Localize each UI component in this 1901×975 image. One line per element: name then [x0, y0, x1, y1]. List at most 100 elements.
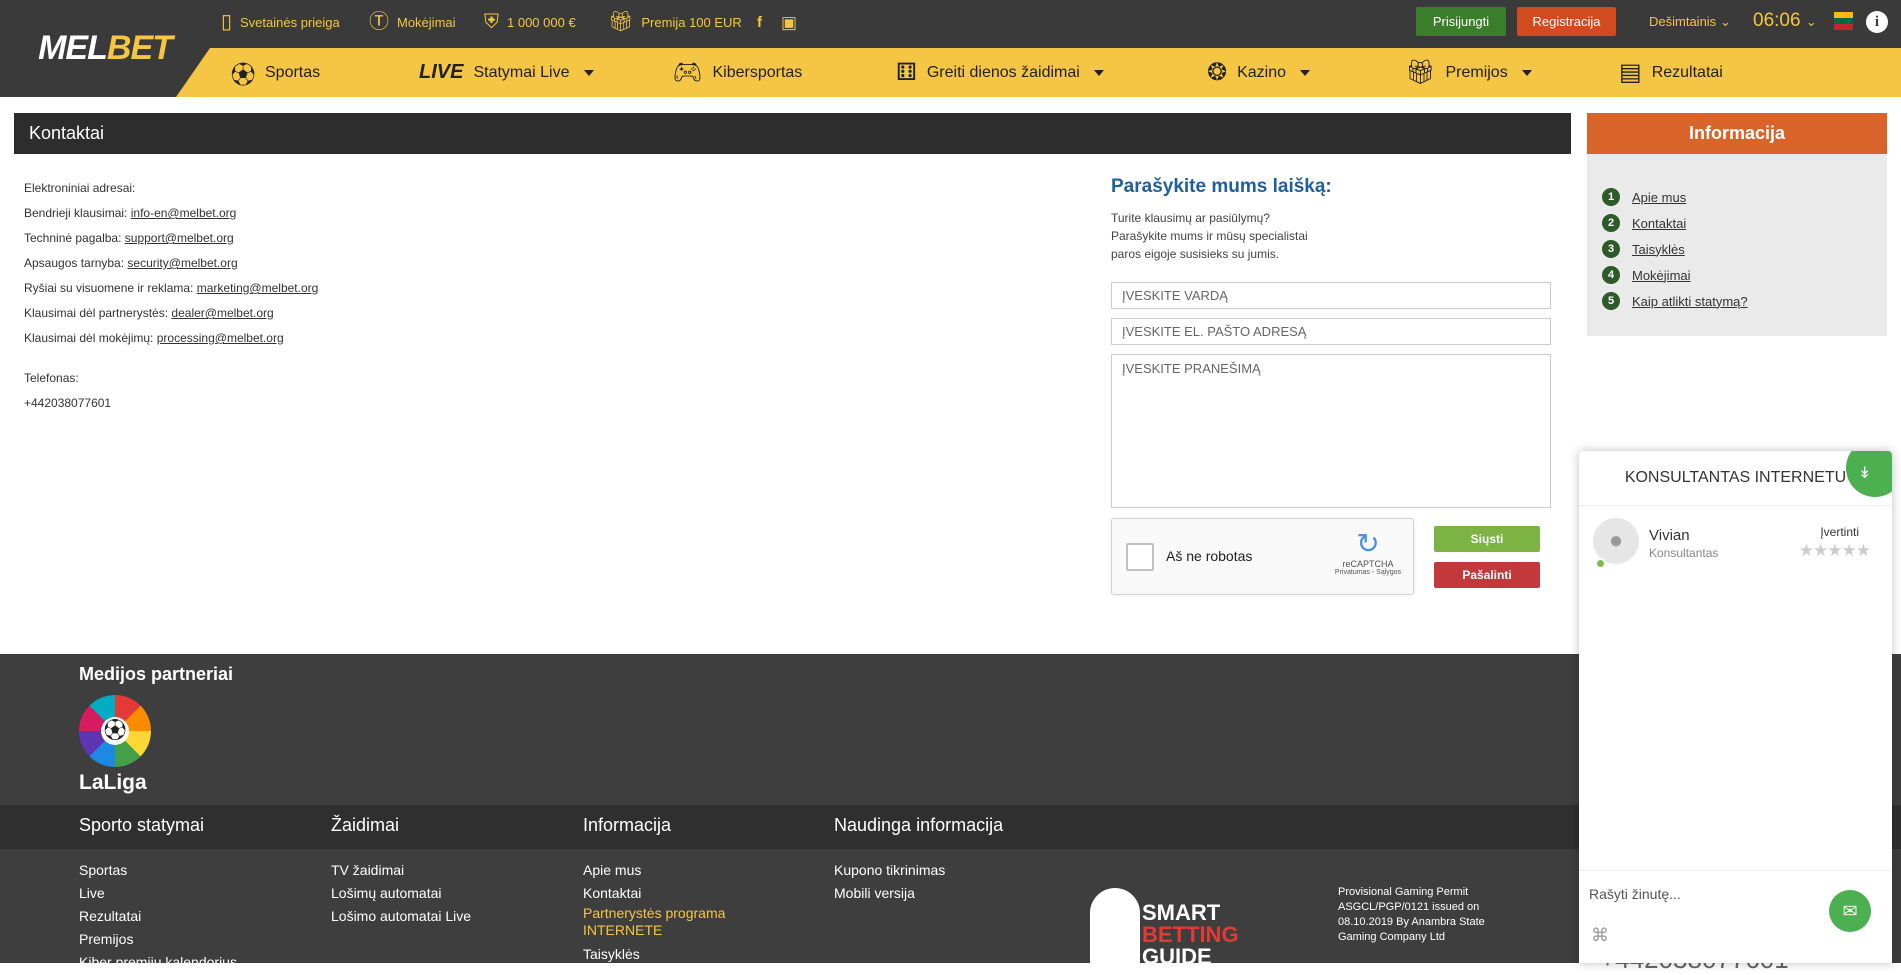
nav-live[interactable]: LIVE Statymai Live [419, 48, 594, 97]
time-display[interactable]: 06:06 ⌄ [1753, 10, 1817, 32]
form-desc-line: Turite klausimų ar pasiūlymų? [1111, 211, 1270, 225]
chat-title: KONSULTANTAS INTERNETU [1624, 469, 1847, 486]
login-button[interactable]: Prisijungti [1416, 7, 1506, 36]
dice-icon: ⚅ [896, 59, 917, 86]
recaptcha-links[interactable]: Privatumas - Sąlygos [1333, 569, 1403, 576]
star-icon[interactable]: ★ [1827, 541, 1842, 560]
odds-format-select[interactable]: Dešimtainis ⌄ [1649, 14, 1731, 30]
info-icon[interactable]: i [1866, 11, 1888, 33]
info-item: 5 Kaip atlikti statymą? [1602, 288, 1748, 314]
footer-link[interactable]: Rezultatai [79, 905, 237, 928]
footer-link[interactable]: Apie mus [583, 859, 753, 882]
phone-number: +442038077601 [24, 396, 112, 410]
rating-stars[interactable]: ★★★★★ [1799, 541, 1871, 561]
laliga-logo[interactable]: ⚽︎ LaLiga [79, 695, 151, 795]
footer-link[interactable]: TV žaidimai [331, 859, 471, 882]
star-icon[interactable]: ★ [1799, 541, 1814, 560]
nav-sportas[interactable]: ⚽︎ Sportas [231, 48, 320, 97]
contact-label: Apsaugos tarnyba: [24, 256, 125, 270]
footer-col-heading: Sporto statymai [79, 815, 205, 835]
star-icon[interactable]: ★ [1856, 541, 1871, 560]
footer-link[interactable]: Lošimo automatai Live [331, 905, 471, 928]
footer-link[interactable]: Premijos [79, 928, 237, 951]
send-message-button[interactable]: ✉ [1829, 890, 1871, 932]
footer-link[interactable]: Mobili versija [834, 882, 1003, 905]
emails-heading: Elektroniniai adresai: [24, 181, 136, 195]
clear-button[interactable]: Pašalinti [1434, 562, 1540, 588]
register-button[interactable]: Registracija [1517, 7, 1616, 36]
footer-link[interactable]: Live [79, 882, 237, 905]
nav-sportas-label: Sportas [265, 63, 321, 81]
email-link[interactable]: info-en@melbet.org [131, 206, 237, 220]
attachment-icon[interactable]: ⌘ [1591, 925, 1609, 946]
footer-link[interactable]: Kontaktai [583, 882, 753, 905]
time-label: 06:06 [1753, 10, 1801, 31]
email-link[interactable]: marketing@melbet.org [197, 281, 319, 295]
contact-row: Klausimai dėl mokėjimų: processing@melbe… [24, 330, 318, 355]
send-button[interactable]: Siųsti [1434, 526, 1540, 552]
contact-row: Klausimai dėl partnerystės: dealer@melbe… [24, 305, 318, 330]
footer-link[interactable]: Kupono tikrinimas [834, 859, 1003, 882]
info-number: 3 [1602, 240, 1620, 258]
footer-col-useful: Naudinga informacija Kupono tikrinimas M… [834, 815, 1003, 905]
email-link[interactable]: support@melbet.org [125, 231, 234, 245]
email-link[interactable]: dealer@melbet.org [171, 306, 273, 320]
caret-down-icon [583, 69, 594, 76]
email-link[interactable]: security@melbet.org [127, 256, 237, 270]
form-description: Turite klausimų ar pasiūlymų? Parašykite… [1111, 209, 1308, 263]
nav-greiti-zaidimai[interactable]: ⚅ Greiti dienos žaidimai [896, 48, 1104, 97]
nav-rezultatai-label: Rezultatai [1651, 63, 1723, 81]
nav-kibersportas[interactable]: 🎮︎ Kibersportas [672, 48, 802, 97]
collapse-chevrons-icon[interactable]: ↡ [1846, 451, 1892, 497]
star-icon[interactable]: ★ [1842, 541, 1857, 560]
online-status-icon [1595, 558, 1606, 569]
chevron-down-icon: ⌄ [1719, 14, 1731, 29]
caret-down-icon [1521, 69, 1532, 76]
contacts-block: Elektroniniai adresai: Bendrieji klausim… [24, 180, 318, 420]
footer-col-heading: Informacija [583, 815, 672, 835]
name-field[interactable] [1111, 282, 1551, 309]
chat-message-input[interactable] [1589, 883, 1809, 905]
logo-part-mel: MEL [38, 29, 108, 67]
footer-col-sport: Sporto statymai Sportas Live Rezultatai … [79, 815, 237, 974]
info-link-kontaktai[interactable]: Kontaktai [1632, 216, 1686, 231]
info-link-mokejimai[interactable]: Mokėjimai [1632, 268, 1691, 283]
info-item: 1 Apie mus [1602, 184, 1748, 210]
payments-link[interactable]: Ⓣ Mokėjimai [369, 0, 456, 44]
info-link-apie-mus[interactable]: Apie mus [1632, 190, 1686, 205]
info-number: 2 [1602, 214, 1620, 232]
email-link[interactable]: processing@melbet.org [157, 331, 284, 345]
star-icon[interactable]: ★ [1813, 541, 1828, 560]
site-access-link[interactable]: ▯ Svetainės prieiga [221, 0, 340, 44]
nav-greiti-label: Greiti dienos žaidimai [926, 63, 1080, 81]
live-badge: LIVE [419, 61, 464, 83]
instagram-icon[interactable]: ▣ [781, 0, 797, 44]
media-partners-title: Medijos partneriai [79, 664, 234, 684]
bonus-link[interactable]: 🎁︎ Premija 100 EUR [608, 0, 742, 44]
footer-link[interactable]: Sportas [79, 859, 237, 882]
nav-premijos[interactable]: 🎁︎ Premijos [1405, 48, 1532, 97]
recaptcha-widget: Aš ne robotas ↻ reCAPTCHA Privatumas - S… [1111, 518, 1414, 595]
footer-link-affiliate[interactable]: Partnerystės programa INTERNETE [583, 905, 753, 943]
shield-icon: ⛨ [484, 11, 499, 33]
smart-betting-guide-logo[interactable]: SMART BETTING GUIDE [1090, 888, 1240, 968]
info-link-kaip-statyti[interactable]: Kaip atlikti statymą? [1632, 294, 1748, 309]
sbg-word: BETTING [1142, 922, 1239, 947]
phone-icon: ▯ [221, 11, 233, 33]
gift-icon: 🎁︎ [1405, 59, 1436, 86]
chat-divider [1579, 505, 1892, 506]
facebook-icon[interactable]: f [757, 0, 762, 44]
email-field[interactable] [1111, 318, 1551, 345]
soccer-ball-icon: ⚽︎ [231, 62, 255, 89]
recaptcha-checkbox[interactable] [1126, 543, 1154, 571]
info-link-taisykles[interactable]: Taisyklės [1632, 242, 1685, 257]
insurance-link[interactable]: ⛨ 1 000 000 € [484, 0, 576, 44]
language-flag-icon[interactable] [1834, 12, 1853, 30]
nav-kazino[interactable]: ❂ Kazino [1207, 48, 1311, 97]
nav-rezultatai[interactable]: ▤ Rezultatai [1619, 48, 1723, 97]
nav-wedge [176, 48, 210, 97]
soccer-ball-icon: ⚽︎ [101, 717, 129, 745]
contact-row: Bendrieji klausimai: info-en@melbet.org [24, 205, 318, 230]
message-field[interactable] [1111, 354, 1551, 508]
footer-link[interactable]: Lošimų automatai [331, 882, 471, 905]
